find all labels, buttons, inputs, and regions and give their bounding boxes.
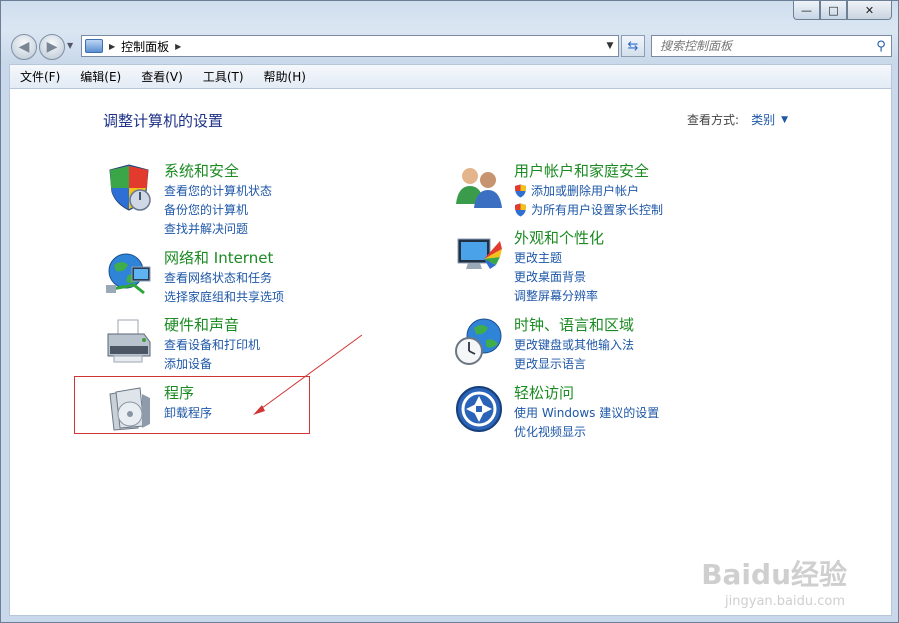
window-controls: — □ ✕ (793, 1, 892, 20)
view-by-label: 查看方式: (687, 113, 740, 127)
clock-globe-icon[interactable] (454, 316, 504, 366)
link-parental-controls[interactable]: 为所有用户设置家长控制 (514, 200, 663, 219)
search-input[interactable] (652, 37, 871, 55)
chevron-down-icon: ▼ (606, 41, 614, 51)
security-shield-icon[interactable] (104, 162, 154, 212)
breadcrumb-arrow-icon[interactable]: ▶ (175, 42, 181, 51)
breadcrumb-arrow-icon[interactable]: ▶ (109, 42, 115, 51)
link-change-theme[interactable]: 更改主题 (514, 248, 598, 267)
ease-of-access-icon[interactable] (454, 384, 504, 434)
link-text[interactable]: 添加或删除用户帐户 (531, 182, 639, 199)
view-by-selector: 查看方式: 类别 ▼ (687, 111, 788, 128)
uac-shield-icon (515, 203, 526, 216)
category-title[interactable]: 轻松访问 (514, 382, 574, 403)
category-title[interactable]: 外观和个性化 (514, 227, 604, 248)
link-backup-computer[interactable]: 备份您的计算机 (164, 200, 272, 219)
link-troubleshoot[interactable]: 查找并解决问题 (164, 219, 272, 238)
forward-arrow-icon: ▶ (46, 39, 58, 55)
maximize-button[interactable]: □ (820, 1, 847, 20)
link-add-remove-accounts[interactable]: 添加或删除用户帐户 (514, 181, 663, 200)
link-recommended-settings[interactable]: 使用 Windows 建议的设置 (514, 403, 659, 422)
back-button[interactable]: ◀ (11, 34, 37, 60)
link-homegroup-sharing[interactable]: 选择家庭组和共享选项 (164, 287, 284, 306)
link-change-background[interactable]: 更改桌面背景 (514, 267, 598, 286)
control-panel-window: — □ ✕ ◀ ▶ ▼ ▶ 控制面板 ▶ ▼ ⇆ ⚲ 文件(F) 编辑(E) 查… (0, 0, 899, 623)
chevron-down-icon: ▼ (67, 41, 74, 50)
link-add-device[interactable]: 添加设备 (164, 354, 260, 373)
minimize-button[interactable]: — (793, 1, 820, 20)
link-view-computer-status[interactable]: 查看您的计算机状态 (164, 181, 272, 200)
forward-button[interactable]: ▶ (39, 34, 65, 60)
view-by-dropdown[interactable]: 类别 (751, 111, 775, 128)
category-links: 查看设备和打印机 添加设备 (164, 335, 260, 373)
category-title[interactable]: 系统和安全 (164, 160, 239, 181)
category-links: 更改键盘或其他输入法 更改显示语言 (514, 335, 634, 373)
content-area: 调整计算机的设置 查看方式: 类别 ▼ 系统和安全 查看您的计算机状态 备份您的… (9, 88, 892, 616)
recent-pages-dropdown[interactable]: ▼ (67, 41, 73, 50)
users-icon[interactable] (454, 162, 504, 212)
navigation-bar: ◀ ▶ ▼ ▶ 控制面板 ▶ ▼ ⇆ ⚲ (1, 29, 898, 63)
control-panel-icon (85, 39, 103, 53)
category-title[interactable]: 硬件和声音 (164, 314, 239, 335)
menu-bar: 文件(F) 编辑(E) 查看(V) 工具(T) 帮助(H) (9, 64, 892, 88)
breadcrumb-control-panel[interactable]: 控制面板 (121, 38, 169, 55)
search-icon[interactable]: ⚲ (871, 39, 891, 54)
chevron-down-icon[interactable]: ▼ (781, 115, 788, 125)
category-links: 查看您的计算机状态 备份您的计算机 查找并解决问题 (164, 181, 272, 238)
watermark-url: jingyan.baidu.com (725, 594, 845, 609)
category-title[interactable]: 网络和 Internet (164, 247, 273, 268)
printer-icon[interactable] (104, 316, 154, 366)
menu-edit[interactable]: 编辑(E) (70, 68, 131, 85)
network-globe-icon[interactable] (104, 249, 154, 299)
link-devices-printers[interactable]: 查看设备和打印机 (164, 335, 260, 354)
address-bar[interactable]: ▶ 控制面板 ▶ ▼ (81, 35, 619, 57)
monitor-colors-icon[interactable] (454, 229, 504, 279)
refresh-button[interactable]: ⇆ (621, 35, 645, 57)
watermark-logo: Baidu经验 (701, 558, 847, 591)
link-optimize-display[interactable]: 优化视频显示 (514, 422, 659, 441)
uac-shield-icon (515, 184, 526, 197)
link-text[interactable]: 为所有用户设置家长控制 (531, 201, 663, 218)
maximize-icon: □ (828, 3, 839, 17)
link-change-display-language[interactable]: 更改显示语言 (514, 354, 634, 373)
page-title: 调整计算机的设置 (103, 112, 224, 130)
category-links: 使用 Windows 建议的设置 优化视频显示 (514, 403, 659, 441)
link-network-status[interactable]: 查看网络状态和任务 (164, 268, 284, 287)
link-screen-resolution[interactable]: 调整屏幕分辨率 (514, 286, 598, 305)
menu-help[interactable]: 帮助(H) (254, 68, 316, 85)
category-title[interactable]: 时钟、语言和区域 (514, 314, 634, 335)
category-links: 查看网络状态和任务 选择家庭组和共享选项 (164, 268, 284, 306)
refresh-icon: ⇆ (627, 38, 639, 54)
category-title[interactable]: 用户帐户和家庭安全 (514, 160, 649, 181)
category-links: 添加或删除用户帐户 为所有用户设置家长控制 (514, 181, 663, 219)
back-arrow-icon: ◀ (18, 39, 30, 55)
link-change-input-method[interactable]: 更改键盘或其他输入法 (514, 335, 634, 354)
annotation-highlight-box (74, 376, 310, 434)
menu-tools[interactable]: 工具(T) (193, 68, 254, 85)
menu-view[interactable]: 查看(V) (131, 68, 193, 85)
category-links: 更改主题 更改桌面背景 调整屏幕分辨率 (514, 248, 598, 305)
title-bar: — □ ✕ (1, 1, 898, 29)
menu-file[interactable]: 文件(F) (10, 68, 70, 85)
address-dropdown-button[interactable]: ▼ (602, 36, 618, 56)
search-box[interactable]: ⚲ (651, 35, 892, 57)
close-button[interactable]: ✕ (847, 1, 892, 20)
minimize-icon: — (801, 3, 812, 17)
close-icon: ✕ (864, 3, 875, 17)
